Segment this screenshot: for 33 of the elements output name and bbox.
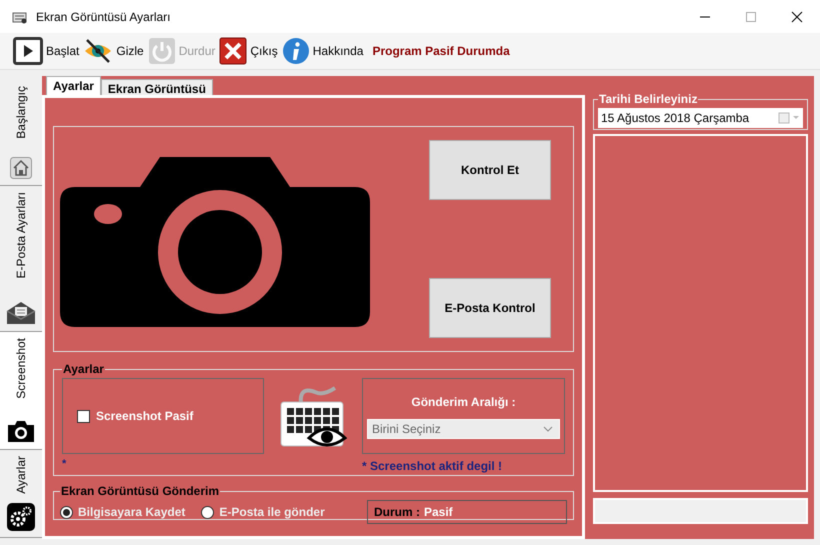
- interval-label: Gönderim Aralığı :: [411, 394, 516, 411]
- interval-dropdown[interactable]: Birini Seçiniz: [367, 419, 560, 439]
- home-icon: [10, 157, 32, 179]
- info-icon: [282, 37, 310, 65]
- gears-icon: [7, 503, 35, 531]
- chevron-down-icon: [543, 426, 553, 432]
- status-label: Durum :: [374, 504, 420, 521]
- toolbar-button[interactable]: Gizle: [82, 37, 145, 65]
- toolbar-button[interactable]: Başlat: [12, 37, 80, 65]
- envelope-icon: [6, 301, 36, 325]
- camera-icon: [6, 419, 36, 443]
- warning-text: * Screenshot aktif degil !: [362, 458, 502, 475]
- calendar-icon: [778, 112, 800, 124]
- toolbar-button[interactable]: Çıkış: [218, 37, 279, 65]
- tab[interactable]: Ekran Görüntüsü: [100, 79, 213, 95]
- group-title: Ekran Görüntüsü Gönderim: [60, 483, 220, 500]
- toolbar-button[interactable]: Hakkında: [280, 37, 364, 65]
- play-icon: [13, 37, 43, 65]
- action-button[interactable]: Kontrol Et: [429, 140, 551, 200]
- crossed-eye-icon: [83, 37, 114, 65]
- group-title: Tarihi Belirleyiniz: [598, 91, 698, 108]
- note-text: *: [62, 457, 66, 472]
- action-button[interactable]: E-Posta Kontrol: [429, 278, 551, 338]
- group-title: Ayarlar: [62, 361, 105, 378]
- window-title: Ekran Görüntüsü Ayarları: [36, 8, 171, 26]
- side-tab[interactable]: Screenshot: [0, 332, 42, 450]
- screenshot-checkbox[interactable]: Screenshot Pasif: [77, 407, 194, 425]
- tab[interactable]: Ayarlar: [46, 76, 101, 95]
- date-picker[interactable]: 15 Ağustos 2018 Çarşamba: [598, 108, 803, 128]
- close-icon: [219, 37, 248, 65]
- status-value: Pasif: [424, 504, 453, 521]
- status-text: Program Pasif Durumda: [372, 43, 510, 60]
- power-icon: [148, 37, 176, 65]
